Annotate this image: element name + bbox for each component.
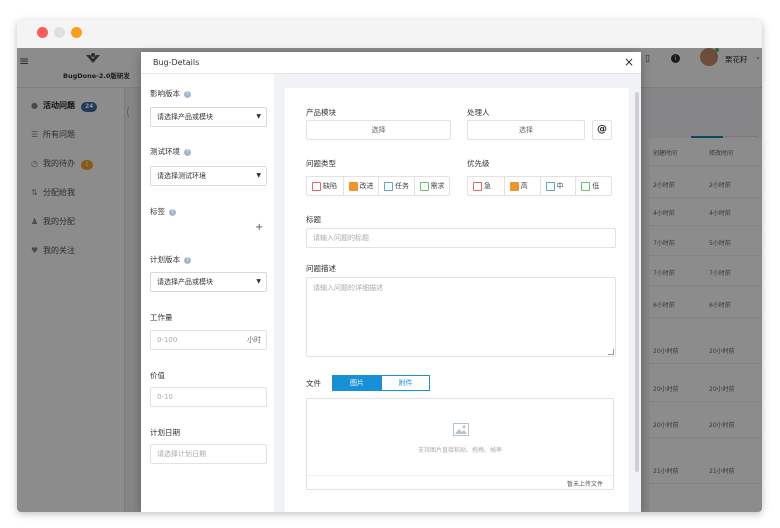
option-label: 急	[484, 182, 491, 190]
image-icon	[453, 423, 469, 436]
test-env-select[interactable]: 请选择测试环境 ▼	[150, 166, 267, 186]
assignee-select-button[interactable]: 选择	[467, 120, 585, 140]
option-label: 缺陷	[323, 182, 337, 190]
plan-version-select[interactable]: 请选择产品或模块 ▼	[150, 272, 267, 292]
title-placeholder: 请输入问题的标题	[313, 234, 369, 242]
affect-version-value: 请选择产品或模块	[157, 113, 213, 121]
option-中[interactable]: 中	[539, 177, 576, 195]
issue-type-label: 问题类型	[306, 159, 336, 168]
checkbox-icon[interactable]	[312, 182, 321, 191]
option-改进[interactable]: 改进	[342, 177, 379, 195]
tags-label: 标签?	[150, 206, 176, 217]
description-label: 问题描述	[306, 264, 336, 273]
priority-label: 优先级	[467, 159, 490, 168]
option-缺陷[interactable]: 缺陷	[307, 177, 343, 195]
caret-down-icon: ▼	[256, 278, 261, 285]
browser-window: ≡ BugDone-2.0版研发 ▯ i 栗花籽 ⌄ 导出 提交 ●活动问题24…	[17, 20, 762, 512]
option-label: 中	[556, 182, 564, 190]
add-tag-icon[interactable]: +	[255, 222, 263, 233]
description-placeholder: 请输入问题的详细描述	[313, 284, 383, 292]
checkbox-icon[interactable]	[545, 182, 555, 191]
checkbox-icon[interactable]	[581, 182, 591, 191]
checkbox-icon[interactable]	[384, 182, 393, 191]
option-label: 高	[520, 182, 528, 190]
test-env-label: 测试环境?	[150, 146, 191, 157]
workload-input[interactable]: 0-100 小时	[150, 330, 267, 350]
help-icon[interactable]: ?	[184, 256, 191, 264]
title-input[interactable]: 请输入问题的标题	[306, 228, 616, 248]
affect-version-label: 影响版本?	[150, 88, 191, 99]
close-icon[interactable]: ×	[624, 55, 634, 69]
maximize-window-dot[interactable]	[71, 27, 82, 38]
modal-title: Bug-Details	[153, 58, 200, 67]
option-任务[interactable]: 任务	[378, 177, 414, 195]
plan-date-placeholder: 请选择计划日期	[157, 450, 206, 458]
issue-type-group: 缺陷 改进 任务 需求	[306, 176, 450, 196]
tab-attachment[interactable]: 附件	[381, 375, 430, 391]
modal-right-panel: 产品模块 选择 处理人 选择 @ 问题类型 缺陷 改进 任务 需求 优先级 急高中低 …	[285, 88, 629, 512]
value-label: 价值	[150, 371, 165, 380]
modal-header: Bug-Details ×	[141, 52, 641, 74]
affect-version-select[interactable]: 请选择产品或模块 ▼	[150, 107, 267, 127]
tags-text: 标签	[150, 207, 165, 216]
checkbox-icon[interactable]	[509, 182, 519, 191]
modal-left-panel: 影响版本? 请选择产品或模块 ▼ 测试环境? 请选择测试环境 ▼ 标签? + 计划版…	[141, 74, 274, 512]
help-icon[interactable]: ?	[184, 148, 191, 156]
option-label: 低	[592, 182, 600, 190]
tab-image[interactable]: 图片	[332, 375, 382, 391]
dropzone-divider	[307, 475, 613, 476]
description-textarea[interactable]: 请输入问题的详细描述	[306, 277, 616, 357]
minimize-window-dot[interactable]	[54, 27, 65, 38]
plan-date-input[interactable]: 请选择计划日期	[150, 444, 267, 464]
option-急[interactable]: 急	[468, 177, 504, 195]
resize-handle-icon[interactable]	[608, 349, 614, 355]
value-input[interactable]: 0-10	[150, 387, 267, 407]
assignee-label: 处理人	[467, 108, 490, 117]
bug-details-modal: Bug-Details × 影响版本? 请选择产品或模块 ▼ 测试环境? 请选择测…	[141, 52, 641, 512]
plan-version-label: 计划版本?	[150, 254, 191, 265]
option-label: 改进	[359, 182, 374, 190]
upload-hint: 支持图片直接粘贴、拖拽、帧率	[417, 447, 502, 454]
workload-unit: 小时	[247, 336, 261, 344]
affect-version-text: 影响版本	[150, 89, 180, 98]
option-label: 需求	[430, 182, 445, 190]
plan-version-text: 计划版本	[150, 255, 180, 264]
module-select-button[interactable]: 选择	[306, 120, 451, 140]
workload-label: 工作量	[150, 313, 173, 322]
caret-down-icon: ▼	[256, 113, 261, 120]
option-高[interactable]: 高	[503, 177, 540, 195]
empty-files-note: 暂未上传文件	[566, 481, 603, 488]
mention-at-icon[interactable]: @	[592, 120, 612, 140]
test-env-value: 请选择测试环境	[157, 172, 206, 180]
option-需求[interactable]: 需求	[413, 177, 450, 195]
title-label: 标题	[306, 215, 321, 224]
option-低[interactable]: 低	[575, 177, 611, 195]
option-label: 任务	[395, 182, 409, 190]
window-titlebar	[17, 20, 762, 48]
close-window-dot[interactable]	[37, 27, 48, 38]
modal-scrollbar[interactable]	[635, 92, 639, 472]
upload-dropzone[interactable]: 支持图片直接粘贴、拖拽、帧率 暂未上传文件	[306, 398, 614, 490]
checkbox-icon[interactable]	[348, 182, 358, 191]
help-icon[interactable]: ?	[169, 208, 176, 216]
checkbox-icon[interactable]	[473, 182, 482, 191]
caret-down-icon: ▼	[256, 172, 261, 179]
plan-version-value: 请选择产品或模块	[157, 278, 213, 286]
checkbox-icon[interactable]	[419, 182, 429, 191]
plan-date-label: 计划日期	[150, 428, 180, 437]
module-label: 产品模块	[306, 108, 336, 117]
value-placeholder: 0-10	[157, 393, 173, 401]
help-icon[interactable]: ?	[184, 90, 191, 98]
workload-placeholder: 0-100	[157, 336, 178, 344]
test-env-text: 测试环境	[150, 147, 180, 156]
files-label: 文件	[306, 379, 321, 388]
priority-group: 急高中低	[467, 176, 612, 196]
